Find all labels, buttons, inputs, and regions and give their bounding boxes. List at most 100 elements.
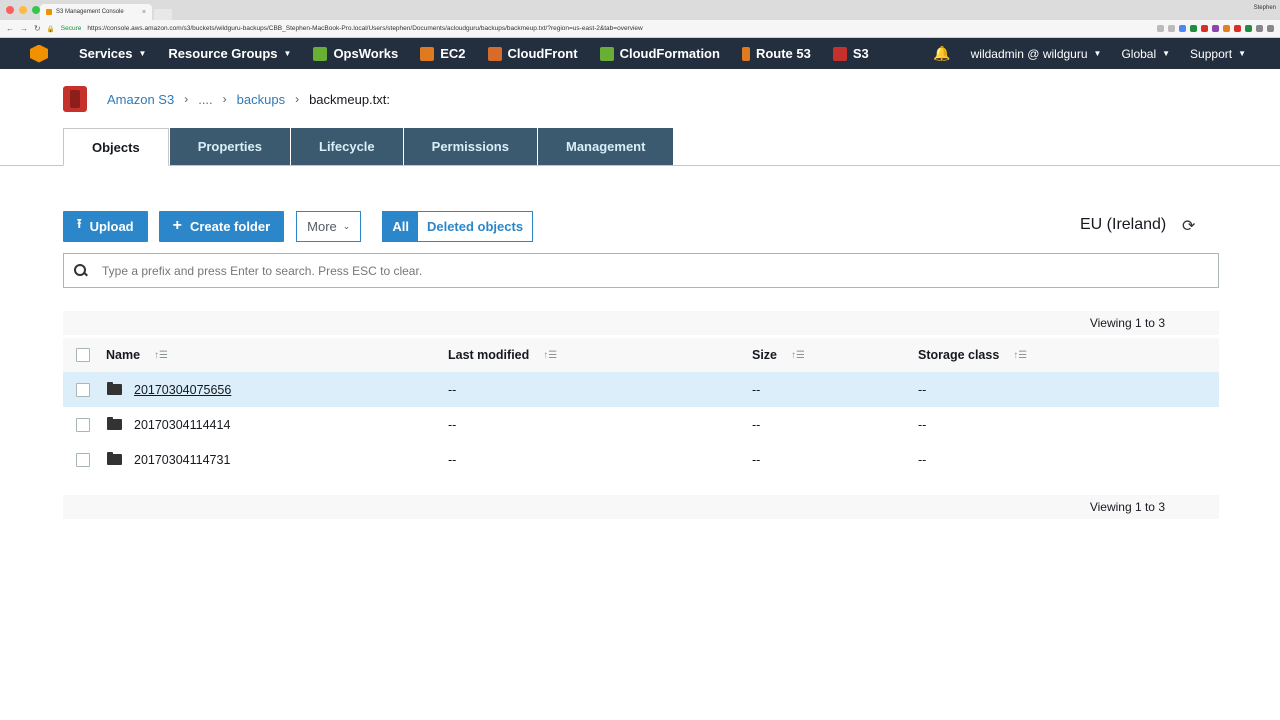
storage-class-cell: -- (918, 417, 927, 432)
table-row[interactable]: 20170304075656 -- -- -- (63, 372, 1219, 407)
tab-permissions[interactable]: Permissions (403, 128, 537, 165)
table-row[interactable]: 20170304114731 -- -- -- (63, 442, 1219, 477)
size-cell: -- (752, 452, 761, 467)
sort-icon[interactable]: ↑☰ (791, 350, 805, 361)
shortcut-cloudfront[interactable]: CloudFront (477, 46, 589, 61)
table-row[interactable]: 20170304114414 -- -- -- (63, 407, 1219, 442)
folder-name-link[interactable]: 20170304114731 (134, 453, 230, 467)
reload-icon[interactable]: ↻ (34, 24, 41, 33)
folder-name-link[interactable]: 20170304075656 (134, 383, 231, 397)
chevron-down-icon: ▼ (1238, 49, 1246, 58)
browser-tab[interactable]: S3 Management Console × (40, 4, 152, 20)
extension-icon[interactable] (1201, 25, 1208, 32)
filter-all-button[interactable]: All (383, 211, 418, 241)
size-cell: -- (752, 417, 761, 432)
resource-groups-menu[interactable]: Resource Groups ▼ (157, 46, 302, 61)
browser-tab-strip: S3 Management Console × Stephen (0, 0, 1280, 20)
account-menu[interactable]: wildadmin @ wildguru ▼ (961, 47, 1112, 61)
sort-icon[interactable]: ↑☰ (1013, 350, 1027, 361)
extension-icon[interactable] (1223, 25, 1230, 32)
extension-icon[interactable] (1256, 25, 1263, 32)
create-folder-label: Create folder (189, 218, 271, 234)
refresh-icon[interactable]: ⟳ (1182, 216, 1195, 236)
plus-icon: + (172, 217, 182, 234)
column-size-label: Size (752, 348, 778, 362)
forward-icon[interactable]: → (20, 24, 28, 33)
chevron-down-icon: ▼ (283, 49, 292, 58)
back-icon[interactable]: ← (6, 24, 14, 33)
star-icon[interactable] (1168, 25, 1175, 32)
extension-icon[interactable] (1190, 25, 1197, 32)
account-label: wildadmin @ wildguru (970, 46, 1088, 61)
secure-label: Secure (60, 25, 82, 32)
bucket-region: EU (Ireland) (1080, 216, 1167, 233)
select-all-checkbox[interactable] (76, 348, 90, 362)
support-menu[interactable]: Support ▼ (1180, 47, 1280, 61)
chevron-right-icon: › (184, 92, 189, 106)
shortcut-route53[interactable]: Route 53 (731, 46, 822, 61)
shortcut-label: S3 (852, 46, 869, 61)
tab-management[interactable]: Management (537, 128, 674, 165)
extension-icon[interactable] (1245, 25, 1252, 32)
shortcut-ec2[interactable]: EC2 (409, 46, 476, 61)
object-toolbar: ⭱ Upload + Create folder More ⌄ All Dele… (0, 201, 1280, 251)
breadcrumb-ellipsis[interactable]: .... (198, 92, 212, 107)
table-header: Name ↑☰ Last modified ↑☰ Size ↑☰ Storage… (63, 338, 1219, 372)
search-input[interactable] (102, 263, 1218, 278)
pagination-bottom: Viewing 1 to 3 (63, 495, 1219, 519)
pagination-top: Viewing 1 to 3 (63, 311, 1219, 335)
folder-icon (107, 382, 122, 395)
breadcrumb-amazon-s3[interactable]: Amazon S3 (107, 92, 174, 107)
row-checkbox[interactable] (76, 452, 90, 467)
search-icon[interactable] (1157, 25, 1164, 32)
column-last-modified[interactable]: Last modified ↑☰ (448, 348, 557, 362)
maximize-window-button[interactable] (32, 6, 40, 14)
cloudfront-icon (487, 46, 502, 61)
extension-icon[interactable] (1212, 25, 1219, 32)
services-menu[interactable]: Services ▼ (68, 46, 157, 61)
row-checkbox[interactable] (76, 382, 90, 397)
extension-icon[interactable] (1234, 25, 1241, 32)
browser-tab-title: S3 Management Console (56, 9, 124, 15)
minimize-window-button[interactable] (19, 6, 27, 14)
extension-icon[interactable] (1179, 25, 1186, 32)
column-name[interactable]: Name ↑☰ (106, 348, 168, 362)
window-controls (6, 6, 40, 14)
last-modified-cell: -- (448, 452, 457, 467)
shortcut-cloudformation[interactable]: CloudFormation (589, 46, 731, 61)
shortcut-label: CloudFront (507, 46, 578, 61)
new-tab-button[interactable] (154, 9, 172, 20)
tab-lifecycle[interactable]: Lifecycle (291, 128, 403, 165)
url-field[interactable]: https://console.aws.amazon.com/s3/bucket… (87, 25, 1151, 32)
column-storage-class[interactable]: Storage class ↑☰ (918, 348, 1027, 362)
shortcut-label: OpsWorks (333, 46, 399, 61)
chevron-down-icon: ▼ (138, 49, 147, 58)
extensions-area (1157, 25, 1274, 32)
tab-objects[interactable]: Objects (63, 128, 169, 166)
shortcut-s3[interactable]: S3 (822, 46, 880, 61)
breadcrumb-backups[interactable]: backups (237, 92, 285, 107)
filter-deleted-button[interactable]: Deleted objects (418, 212, 532, 241)
menu-icon[interactable] (1267, 25, 1274, 32)
upload-button[interactable]: ⭱ Upload (63, 210, 148, 242)
more-label: More (307, 218, 337, 234)
browser-profile[interactable]: Stephen (1254, 5, 1276, 11)
support-label: Support (1190, 46, 1233, 61)
folder-name-link[interactable]: 20170304114414 (134, 418, 230, 432)
sort-icon[interactable]: ↑☰ (543, 350, 557, 361)
s3-bucket-icon (63, 86, 87, 112)
aws-cube-logo-icon[interactable] (30, 44, 48, 63)
column-size[interactable]: Size ↑☰ (752, 348, 805, 362)
bell-icon[interactable]: 🔔 (923, 45, 960, 62)
tab-properties[interactable]: Properties (169, 128, 290, 165)
sort-icon[interactable]: ↑☰ (154, 350, 168, 361)
create-folder-button[interactable]: + Create folder (158, 210, 285, 242)
close-tab-icon[interactable]: × (142, 9, 146, 16)
more-actions-dropdown[interactable]: More ⌄ (296, 210, 362, 242)
chevron-right-icon: › (222, 92, 227, 106)
chevron-down-icon: ⌄ (342, 220, 351, 231)
shortcut-opsworks[interactable]: OpsWorks (302, 46, 409, 61)
region-menu[interactable]: Global ▼ (1111, 47, 1180, 61)
close-window-button[interactable] (6, 6, 14, 14)
row-checkbox[interactable] (76, 417, 90, 432)
